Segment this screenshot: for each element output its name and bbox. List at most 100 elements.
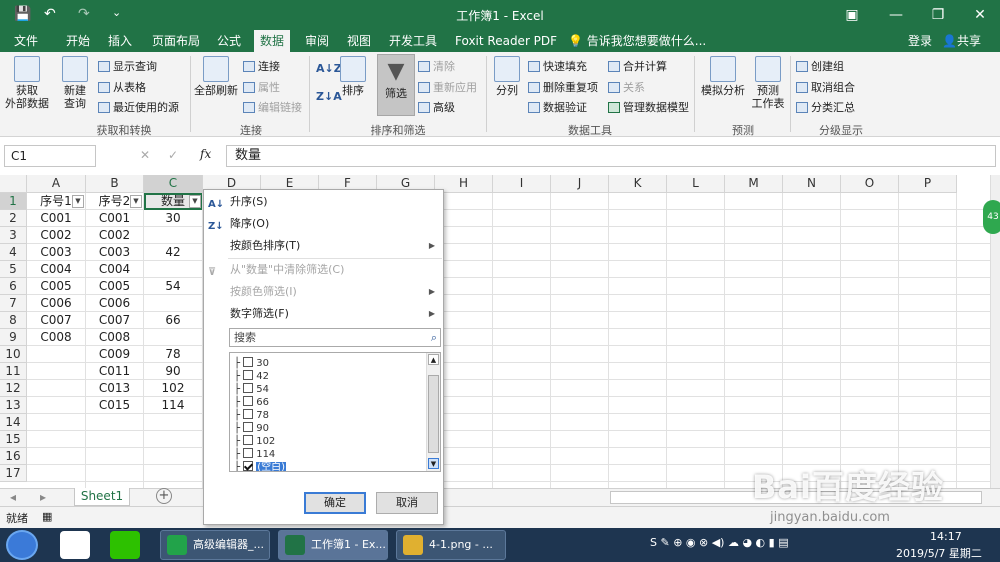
sort-by-color-item[interactable]: 按颜色排序(T) ▶ — [204, 236, 443, 256]
recent-sources-button[interactable]: 最近使用的源 — [98, 99, 179, 115]
cell-b8[interactable]: C007 — [86, 312, 143, 329]
row-header-1[interactable]: 1 — [0, 193, 27, 210]
cell-a8[interactable]: C007 — [27, 312, 85, 329]
column-header-c[interactable]: C — [144, 175, 203, 193]
cell-a4[interactable]: C003 — [27, 244, 85, 261]
show-query-button[interactable]: 显示查询 — [98, 58, 157, 74]
column-header-i[interactable]: I — [493, 175, 551, 193]
filter-list-item[interactable]: ├ 90 — [234, 422, 269, 435]
checkbox[interactable] — [243, 409, 254, 419]
manage-data-model-button[interactable]: 管理数据模型 — [608, 99, 689, 115]
column-header-l[interactable]: L — [667, 175, 725, 193]
tab-page-layout[interactable]: 页面布局 — [152, 30, 200, 52]
filter-list-item[interactable]: ├ 66 — [234, 396, 269, 409]
filter-list-item[interactable]: ├ 114 — [234, 448, 275, 461]
scroll-thumb[interactable] — [428, 375, 439, 453]
column-header-k[interactable]: K — [609, 175, 667, 193]
name-box[interactable]: C1 — [4, 145, 96, 167]
row-header-11[interactable]: 11 — [0, 363, 27, 380]
cell-c5[interactable] — [144, 261, 202, 278]
filter-dropdown-button-a[interactable]: ▼ — [72, 195, 84, 208]
column-header-j[interactable]: J — [551, 175, 609, 193]
row-header-2[interactable]: 2 — [0, 210, 27, 227]
subtotal-button[interactable]: 分类汇总 — [796, 99, 855, 115]
cell-c7[interactable] — [144, 295, 202, 312]
cell-b6[interactable]: C005 — [86, 278, 143, 295]
column-header-p[interactable]: P — [899, 175, 957, 193]
forecast-sheet-button[interactable]: 预测 工作表 — [748, 56, 788, 110]
consolidate-button[interactable]: 合并计算 — [608, 58, 667, 74]
login-link[interactable]: 登录 — [908, 30, 932, 52]
refresh-all-button[interactable]: 全部刷新 — [194, 56, 238, 97]
checkbox[interactable] — [243, 383, 254, 393]
tab-foxit-reader-pdf[interactable]: Foxit Reader PDF — [455, 30, 557, 52]
cell-b2[interactable]: C001 — [86, 210, 143, 227]
scroll-down-icon[interactable]: ▼ — [428, 458, 439, 469]
checkbox[interactable] — [243, 435, 254, 445]
cell-c3[interactable] — [144, 227, 202, 244]
column-header-n[interactable]: N — [783, 175, 841, 193]
sort-button[interactable]: 排序 — [336, 56, 370, 97]
filter-list-item[interactable]: ├ 30 — [234, 357, 269, 370]
cell-c12[interactable]: 102 — [144, 380, 202, 397]
cell-a9[interactable]: C008 — [27, 329, 85, 346]
new-query-button[interactable]: 新建 查询 — [56, 56, 94, 110]
cell-a7[interactable]: C006 — [27, 295, 85, 312]
cell-b3[interactable]: C002 — [86, 227, 143, 244]
tab-view[interactable]: 视图 — [347, 30, 371, 52]
row-header-10[interactable]: 10 — [0, 346, 27, 363]
worksheet-grid[interactable]: ABCDEFGHIJKLMNOP 1 2 3 4 5 6 7 8 9 10 11 12 13 14 15 16… — [0, 175, 990, 488]
cell-c6[interactable]: 54 — [144, 278, 202, 295]
taskbar-app-excel[interactable]: 工作簿1 - Ex... — [278, 530, 388, 560]
add-sheet-button[interactable]: + — [156, 488, 172, 504]
scroll-sheets-left-icon[interactable]: ◂ — [10, 490, 16, 504]
cell-a5[interactable]: C004 — [27, 261, 85, 278]
row-header-4[interactable]: 4 — [0, 244, 27, 261]
minimize-button[interactable]: — — [874, 0, 918, 30]
filter-dropdown-button-b[interactable]: ▼ — [130, 195, 142, 208]
cell-b5[interactable]: C004 — [86, 261, 143, 278]
clear-button[interactable]: 清除 — [418, 58, 455, 74]
edit-links-button[interactable]: 编辑链接 — [243, 99, 302, 115]
row-header-14[interactable]: 14 — [0, 414, 27, 431]
connections-button[interactable]: 连接 — [243, 58, 280, 74]
cell-b4[interactable]: C003 — [86, 244, 143, 261]
restore-button[interactable]: ❐ — [916, 0, 960, 30]
customize-quick-access-icon[interactable]: ⌄ — [112, 6, 121, 19]
checkbox[interactable] — [243, 357, 254, 367]
row-header-9[interactable]: 9 — [0, 329, 27, 346]
group-button[interactable]: 创建组 — [796, 58, 844, 74]
ribbon-display-options-icon[interactable]: ▣ — [830, 0, 874, 30]
filter-list-item[interactable]: ├ 78 — [234, 409, 269, 422]
cell-b13[interactable]: C015 — [86, 397, 143, 414]
ok-button[interactable]: 确定 — [304, 492, 366, 514]
cell-b12[interactable]: C013 — [86, 380, 143, 397]
share-button[interactable]: 👤共享 — [942, 30, 981, 52]
reapply-button[interactable]: 重新应用 — [418, 79, 477, 95]
tell-me-box[interactable]: 💡 告诉我您想要做什么... — [568, 30, 706, 52]
sheet-tab-sheet1[interactable]: Sheet1 — [74, 488, 130, 506]
cancel-icon[interactable]: ✕ — [140, 148, 150, 162]
sort-descending-item[interactable]: Z↓ 降序(O) — [204, 214, 443, 234]
tab-data[interactable]: 数据 — [254, 30, 291, 52]
column-header-a[interactable]: A — [27, 175, 86, 193]
taskbar-app-paint[interactable]: 4-1.png - ... — [396, 530, 506, 560]
select-all-corner[interactable] — [0, 175, 27, 193]
cell-a3[interactable]: C002 — [27, 227, 85, 244]
tab-formulas[interactable]: 公式 — [217, 30, 241, 52]
row-header-7[interactable]: 7 — [0, 295, 27, 312]
remove-duplicates-button[interactable]: 删除重复项 — [528, 79, 598, 95]
cell-c10[interactable]: 78 — [144, 346, 202, 363]
filter-value-list[interactable]: ▲ ▼ ├ 30 ├ 42 ├ 54 ├ 66 ├ 78 ├ 90 ├ 102 ├ 114 ├ … — [229, 352, 441, 472]
scroll-up-icon[interactable]: ▲ — [428, 354, 439, 365]
wechat-icon[interactable] — [110, 531, 140, 559]
column-header-o[interactable]: O — [841, 175, 899, 193]
row-header-3[interactable]: 3 — [0, 227, 27, 244]
data-validation-button[interactable]: 数据验证 — [528, 99, 587, 115]
close-button[interactable]: ✕ — [958, 0, 1000, 30]
filter-list-item[interactable]: ├ (空白) — [234, 461, 287, 471]
tab-review[interactable]: 审阅 — [305, 30, 329, 52]
checkbox[interactable] — [243, 448, 254, 458]
cell-a2[interactable]: C001 — [27, 210, 85, 227]
system-tray[interactable]: S ✎ ⊕ ◉ ⊗ ◀) ☁ ◕ ◐ ▮ ▤ — [650, 536, 850, 554]
